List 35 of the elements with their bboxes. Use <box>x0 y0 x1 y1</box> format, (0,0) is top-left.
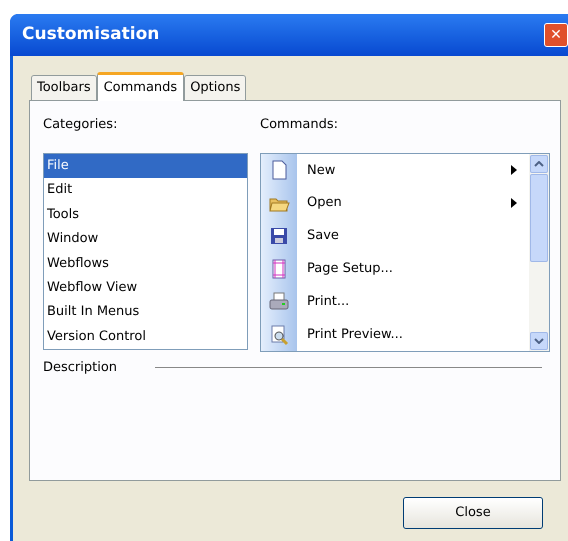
category-item[interactable]: Tools <box>44 202 247 228</box>
command-item[interactable]: Print... <box>261 285 529 318</box>
categories-label: Categories: <box>43 116 118 134</box>
tab[interactable]: Options <box>184 75 246 100</box>
tab[interactable]: Toolbars <box>31 75 97 100</box>
command-label: Save <box>307 227 340 246</box>
close-button[interactable]: Close <box>403 497 543 529</box>
scroll-thumb[interactable] <box>530 174 548 262</box>
scroll-up-icon[interactable] <box>530 155 548 173</box>
category-item[interactable]: Edit <box>44 178 247 203</box>
scroll-down-icon[interactable] <box>530 332 548 350</box>
command-label: Print... <box>307 292 350 311</box>
tab[interactable]: Commands <box>96 72 184 101</box>
submenu-arrow-icon <box>511 198 517 208</box>
category-item[interactable]: Window <box>44 227 247 252</box>
command-label: Page Setup... <box>307 260 394 278</box>
category-item[interactable]: Version Control <box>44 324 247 349</box>
command-item[interactable]: New <box>261 154 529 187</box>
command-item[interactable]: Page Setup... <box>261 252 529 286</box>
commands-label: Commands: <box>260 116 339 134</box>
command-item[interactable]: Open <box>261 186 529 220</box>
command-label: Print Preview... <box>307 326 404 344</box>
command-label: New <box>307 162 336 180</box>
category-item[interactable]: Webflows <box>44 252 247 276</box>
window-title: Customisation <box>22 23 160 46</box>
close-window-button[interactable]: ✕ <box>544 23 568 47</box>
submenu-arrow-icon <box>511 165 517 176</box>
category-item[interactable]: Webflow View <box>44 276 247 300</box>
scrollbar[interactable] <box>529 154 549 351</box>
command-label: Open <box>307 194 343 212</box>
category-item[interactable]: Built In Menus <box>44 300 247 325</box>
category-item[interactable]: File <box>44 154 247 178</box>
description-label: Description <box>43 359 118 377</box>
command-item[interactable]: Save <box>261 220 529 252</box>
command-item[interactable]: Print Preview... <box>261 318 529 351</box>
